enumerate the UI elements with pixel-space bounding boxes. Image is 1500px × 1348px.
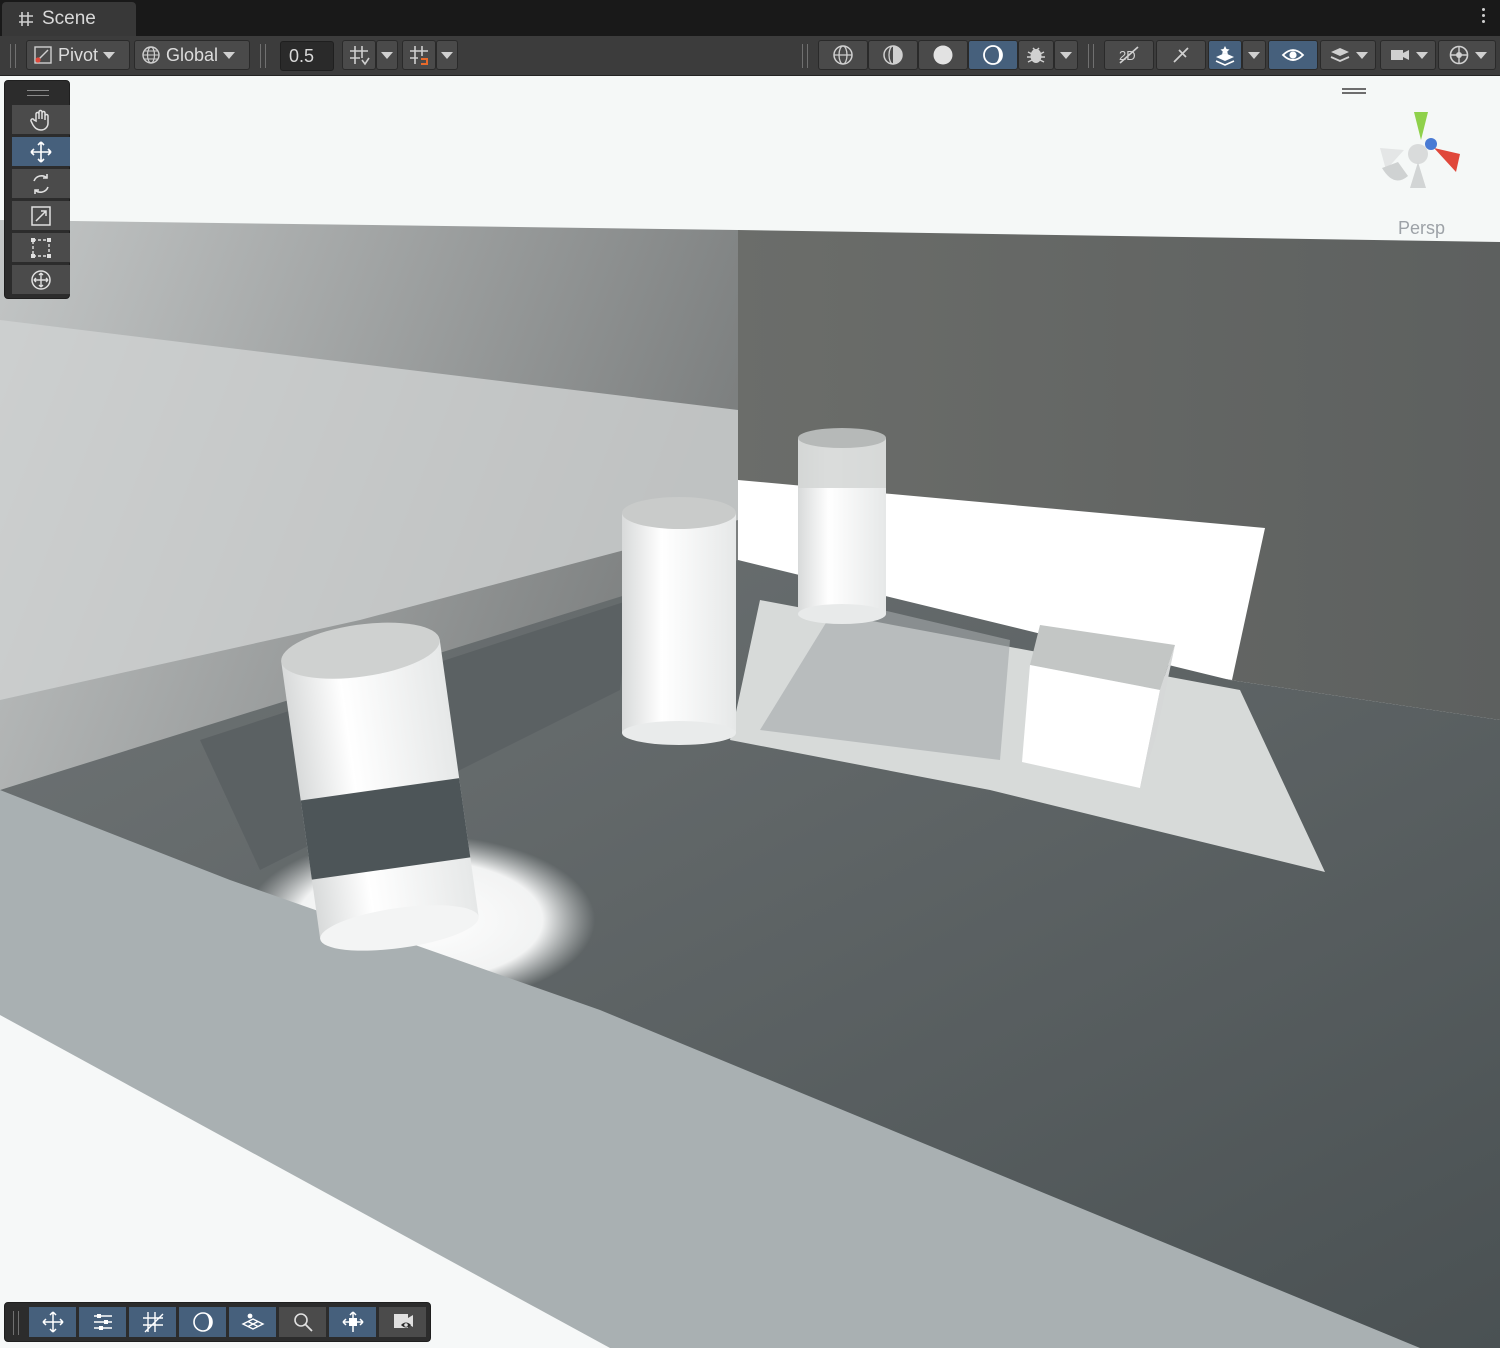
grid-size-field[interactable] [280, 41, 334, 71]
x-axis-cone[interactable] [1434, 148, 1460, 172]
gizmos-dropdown[interactable] [1438, 40, 1496, 70]
shaded-sphere-icon [932, 44, 954, 66]
overlay-drag-handle[interactable] [27, 90, 49, 96]
rect-transform-icon [29, 236, 53, 260]
z-axis-cone[interactable] [1425, 138, 1437, 150]
gizmo-center[interactable] [1408, 144, 1428, 164]
tool-settings-button[interactable] [29, 1307, 77, 1337]
lighting-button[interactable] [179, 1307, 227, 1337]
neg-y-cone[interactable] [1410, 162, 1426, 188]
chevron-down-icon [1060, 51, 1072, 59]
lighting-icon [191, 1310, 215, 1334]
toolbar-grip[interactable] [1088, 44, 1094, 68]
tool-settings-icon [41, 1310, 65, 1334]
toolbar-grip[interactable] [10, 44, 16, 68]
camera-settings-dropdown[interactable] [1380, 40, 1436, 70]
layers-icon [1329, 44, 1351, 66]
bug-icon [1025, 44, 1047, 66]
hand-icon [29, 108, 53, 132]
scene-tab-label: Scene [42, 8, 96, 29]
grid-dropdown[interactable] [376, 40, 398, 70]
shaded-mode-button[interactable] [918, 40, 968, 70]
scene-viewport[interactable] [0, 76, 1500, 1348]
gizmo-menu-handle[interactable] [1342, 88, 1366, 94]
wireframe-mode-button[interactable] [818, 40, 868, 70]
layers-dropdown[interactable] [1320, 40, 1376, 70]
draw-mode-dropdown[interactable] [1054, 40, 1078, 70]
scene-fx-button[interactable] [1208, 40, 1242, 70]
scene-render [0, 76, 1500, 1348]
transform-tool-button[interactable] [12, 265, 70, 295]
rotate-icon [29, 172, 53, 196]
chevron-down-icon [103, 51, 116, 59]
snap-button[interactable] [402, 40, 436, 70]
lighting-toggle-button[interactable] [1156, 40, 1206, 70]
grid-visibility-icon [348, 44, 370, 66]
window-tab-bar: Scene [0, 0, 1500, 36]
snap-icon [408, 44, 430, 66]
orientation-gizmo[interactable] [1374, 104, 1470, 200]
eye-icon [1281, 44, 1305, 66]
search-button[interactable] [279, 1307, 327, 1337]
unlit-mode-button[interactable] [968, 40, 1018, 70]
orientation-button[interactable] [329, 1307, 377, 1337]
more-options-icon[interactable] [1480, 8, 1486, 28]
projection-label[interactable]: Persp [1398, 218, 1445, 239]
navmesh-button[interactable] [229, 1307, 277, 1337]
chevron-down-icon [381, 51, 393, 59]
chevron-down-icon [1248, 51, 1260, 59]
y-axis-cone[interactable] [1414, 112, 1428, 140]
transform-icon [29, 268, 53, 292]
scene-tab[interactable]: Scene [2, 2, 136, 36]
move-arrows-icon [29, 140, 53, 164]
wireframe-sphere-icon [832, 44, 854, 66]
toolbar-grip[interactable] [260, 44, 266, 68]
overlay-drag-handle[interactable] [13, 1311, 19, 1335]
2d-toggle-icon: 2D [1117, 44, 1141, 66]
camera-preview-button[interactable] [379, 1307, 427, 1337]
search-icon [292, 1311, 314, 1333]
rect-tool-button[interactable] [12, 233, 70, 263]
camera-preview-icon [391, 1310, 415, 1334]
layers-star-icon [1214, 44, 1236, 66]
scene-visibility-button[interactable] [1268, 40, 1318, 70]
gizmo-icon [1448, 44, 1470, 66]
moon-sphere-icon [982, 44, 1004, 66]
debug-draw-button[interactable] [1018, 40, 1054, 70]
toolbar-grip[interactable] [802, 44, 808, 68]
hand-tool-button[interactable] [12, 105, 70, 135]
grid-icon [18, 11, 34, 27]
scale-icon [29, 204, 53, 228]
camera-icon [1389, 44, 1411, 66]
shaded-wireframe-sphere-icon [882, 44, 904, 66]
tools-overlay [4, 80, 70, 299]
shaded-wireframe-mode-button[interactable] [868, 40, 918, 70]
globe-icon [141, 45, 161, 65]
chevron-down-icon [1474, 51, 1487, 59]
chevron-down-icon [1415, 51, 1428, 59]
scene-fx-dropdown[interactable] [1242, 40, 1266, 70]
scale-tool-button[interactable] [12, 201, 70, 231]
pivot-icon [33, 45, 53, 65]
2d-mode-button[interactable]: 2D [1104, 40, 1154, 70]
rotate-tool-button[interactable] [12, 169, 70, 199]
grid-snapping-button[interactable] [129, 1307, 177, 1337]
pivot-dropdown[interactable]: Pivot [26, 40, 130, 70]
move-tool-button[interactable] [12, 137, 70, 167]
view-options-icon [91, 1310, 115, 1334]
orientation-icon [341, 1310, 365, 1334]
grid-visibility-button[interactable] [342, 40, 376, 70]
global-dropdown[interactable]: Global [134, 40, 250, 70]
snap-dropdown[interactable] [436, 40, 458, 70]
pivot-label: Pivot [58, 44, 99, 65]
chevron-down-icon [441, 51, 453, 59]
chevron-down-icon [1355, 51, 1368, 59]
overlays-toolbar [4, 1302, 431, 1342]
light-off-icon [1170, 44, 1192, 66]
view-options-button[interactable] [79, 1307, 127, 1337]
navmesh-icon [240, 1310, 265, 1334]
grid-snapping-icon [141, 1310, 165, 1334]
chevron-down-icon [223, 51, 236, 59]
global-label: Global [166, 44, 219, 65]
